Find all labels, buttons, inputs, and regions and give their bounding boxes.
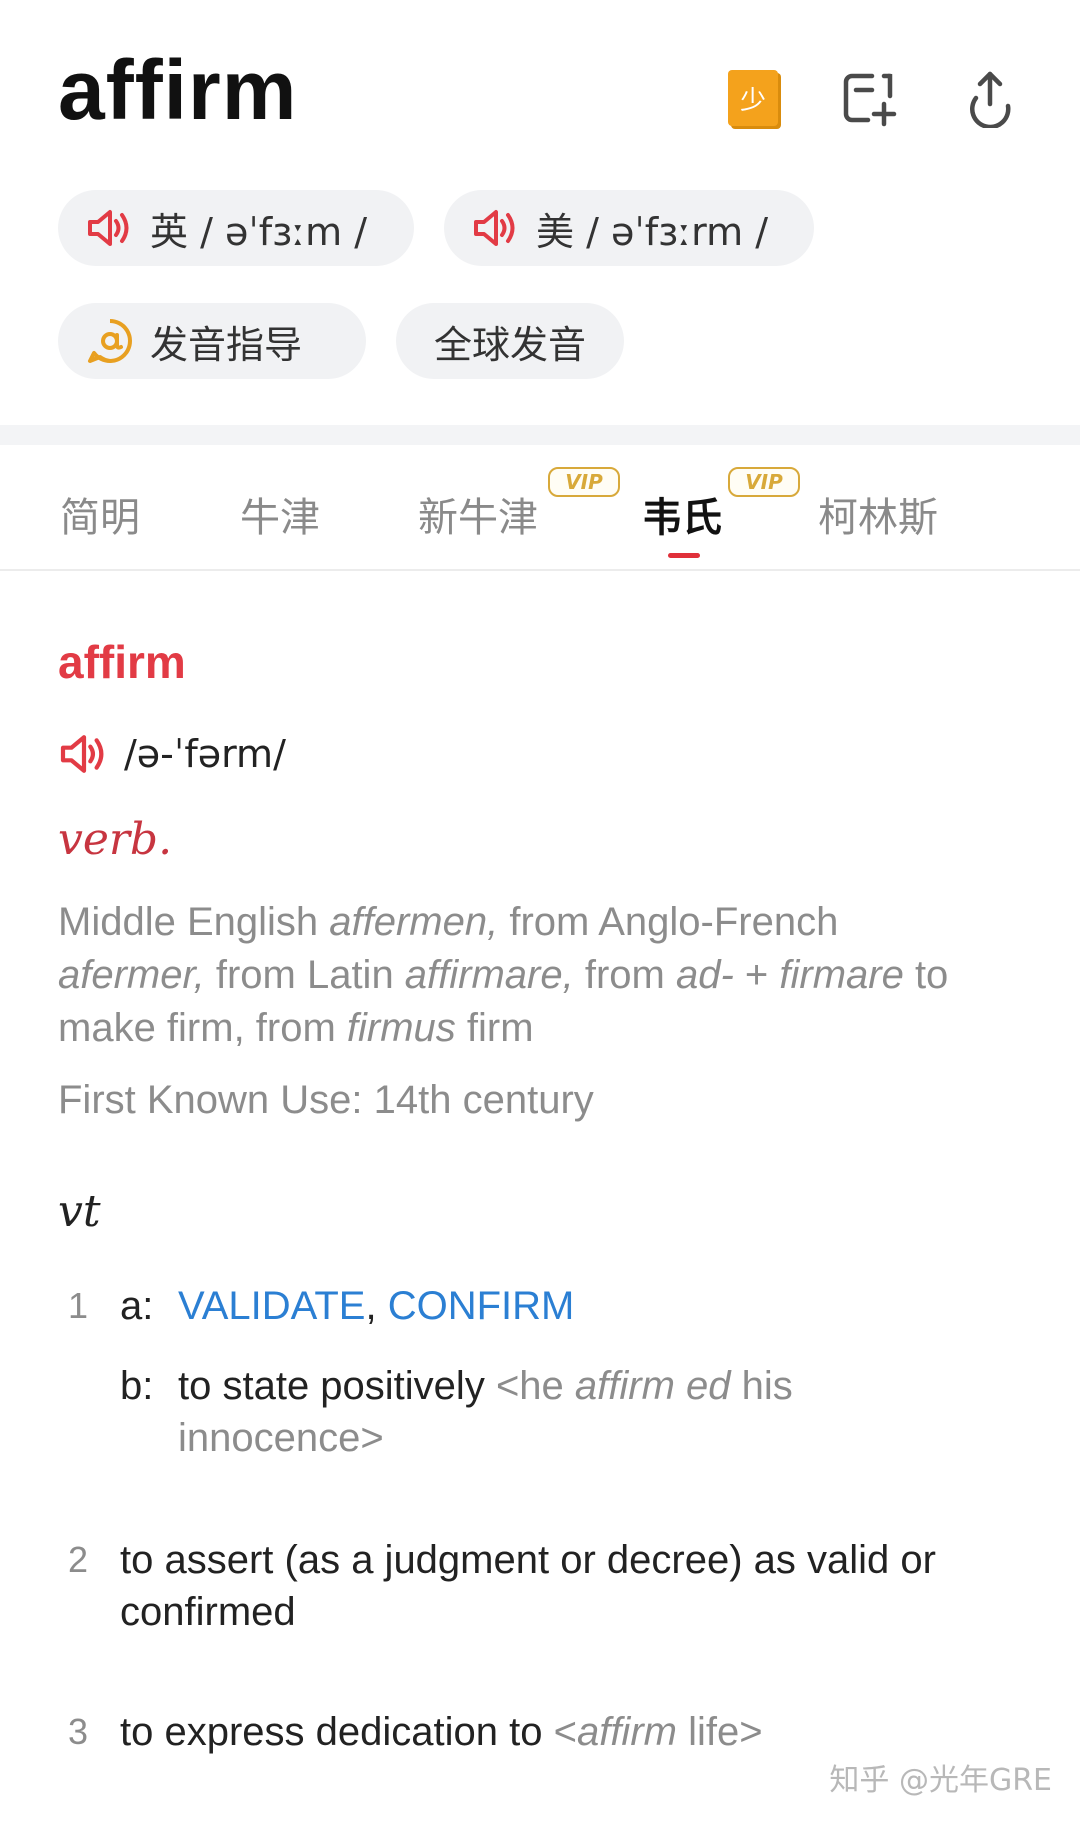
sense-3: 3 to express dedication to <affirm life>	[58, 1706, 1022, 1758]
confirm-link[interactable]: CONFIRM	[388, 1284, 575, 1328]
definition-text: to assert (as a judgment or decree) as v…	[120, 1538, 936, 1634]
etymology-text: +	[733, 953, 780, 997]
section-divider	[0, 425, 1080, 445]
sense-2: 2 to assert (as a judgment or decree) as…	[58, 1534, 1022, 1638]
word-title: affirm	[58, 43, 298, 137]
speaker-icon[interactable]	[58, 733, 110, 775]
example-open: <he	[495, 1364, 575, 1408]
add-to-wordbook-icon[interactable]	[836, 66, 900, 130]
etymology-text: from Anglo-French	[498, 900, 839, 944]
uk-pronunciation-label: 英 / əˈfɜːm /	[150, 209, 368, 254]
vip-badge: VIP	[728, 467, 800, 497]
first-known-use: First Known Use: 14th century	[58, 1078, 594, 1122]
dictionary-tabs: 简明 牛津 新牛津 VIP 韦氏 VIP 柯林斯	[0, 445, 1080, 571]
speaker-icon	[474, 210, 515, 246]
etymology-text: firm	[455, 1006, 534, 1050]
tab-merriam-webster[interactable]: 韦氏 VIP	[642, 467, 800, 543]
example-open: <	[553, 1710, 577, 1754]
tab-jianming[interactable]: 简明	[60, 485, 140, 543]
share-icon[interactable]	[958, 66, 1022, 130]
part-of-speech: verb.	[58, 814, 173, 865]
us-pronunciation-label: 美 / əˈfɜːrm /	[536, 209, 769, 254]
definition-line: to express dedication to <affirm life>	[58, 1706, 1022, 1758]
etymology-italic: affirmare,	[404, 953, 574, 997]
sense-1a: a: VALIDATE, CONFIRM	[58, 1280, 1022, 1332]
sense-letter: b:	[120, 1364, 154, 1408]
tab-merriam-webster-label: 韦氏	[642, 495, 722, 541]
tab-new-oxford[interactable]: 新牛津 VIP	[418, 467, 620, 543]
etymology-text: from Latin	[204, 953, 405, 997]
sense-letter: a:	[120, 1284, 154, 1328]
etymology-italic: afermer,	[58, 953, 205, 997]
entry-pronunciation-text: /ə-ˈfərm/	[124, 732, 286, 776]
pronunciation-guide-button[interactable]: 发音指导	[58, 303, 366, 379]
etymology-italic: firmare	[779, 953, 904, 997]
example-italic: affirm	[576, 1710, 677, 1754]
pronunciation-guide-icon	[88, 319, 132, 363]
sense-number: 2	[68, 1539, 89, 1580]
example-italic: affirm ed	[574, 1364, 731, 1408]
uk-pronunciation-button[interactable]: 英 / əˈfɜːm /	[58, 190, 414, 266]
etymology: Middle English affermen, from Anglo-Fren…	[58, 896, 1028, 1055]
etymology-italic: ad-	[675, 953, 734, 997]
watermark: 知乎 @光年GRE	[829, 1763, 1052, 1798]
entry-headword: affirm	[58, 636, 186, 688]
us-pronunciation-button[interactable]: 美 / əˈfɜːrm /	[444, 190, 814, 266]
vip-badge: VIP	[548, 467, 620, 497]
sense-1b: b: to state positively <he affirm ed his …	[58, 1360, 1022, 1464]
separator: ,	[365, 1284, 388, 1328]
tab-oxford[interactable]: 牛津	[240, 485, 320, 543]
sense-1: 1 a: VALIDATE, CONFIRM b: to state positiv…	[58, 1280, 1022, 1464]
pronunciation-guide-label: 发音指导	[150, 322, 303, 367]
etymology-text: from	[573, 953, 676, 997]
sense-number: 3	[68, 1711, 89, 1752]
definition-text: to state positively	[178, 1364, 496, 1408]
tab-collins[interactable]: 柯林斯	[818, 485, 938, 543]
etymology-text: Middle English	[58, 900, 330, 944]
definition-text: to express dedication to	[120, 1710, 554, 1754]
example-close: life>	[676, 1710, 763, 1754]
etymology-italic: affermen,	[329, 900, 499, 944]
global-pronunciation-label: 全球发音	[433, 322, 586, 367]
validate-link[interactable]: VALIDATE	[178, 1284, 365, 1328]
tab-new-oxford-label: 新牛津	[418, 495, 538, 541]
kids-badge-button[interactable]: 少	[728, 70, 778, 126]
entry-pronunciation: /ə-ˈfərm/	[58, 732, 286, 776]
etymology-italic: firmus	[346, 1006, 456, 1050]
transitive-verb-label: vt	[58, 1186, 101, 1237]
example-text: <affirm life>	[554, 1710, 763, 1754]
active-tab-indicator	[668, 553, 700, 558]
global-pronunciation-button[interactable]: 全球发音	[396, 303, 624, 379]
speaker-icon	[88, 210, 129, 246]
header-actions: 少	[728, 66, 1022, 130]
